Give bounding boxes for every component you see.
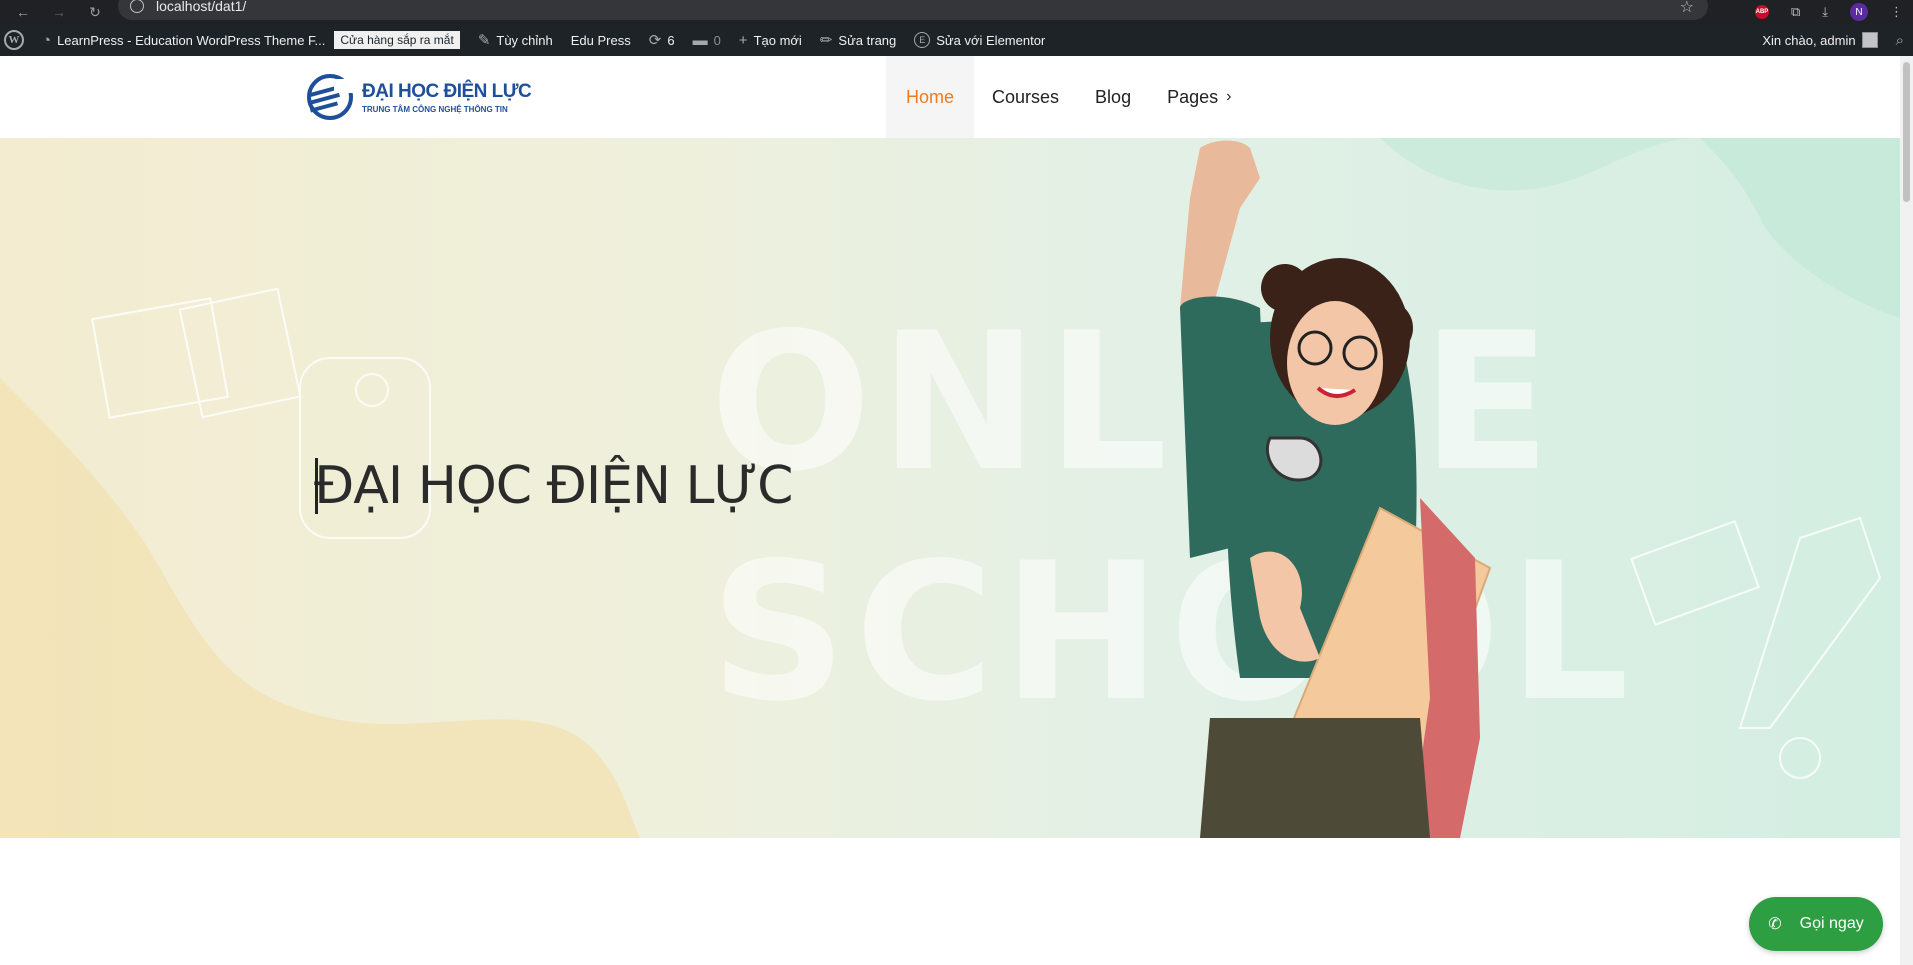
- comments-count: 0: [713, 32, 721, 48]
- phone-icon: ✆: [1768, 916, 1782, 933]
- updates-icon: ⟳: [648, 32, 662, 49]
- hero-title[interactable]: ĐẠI HỌC ĐIỆN LỰC: [314, 456, 793, 516]
- back-icon[interactable]: ←: [12, 4, 34, 20]
- hero-banner: ONLINE SCHOOL ĐẠI HỌC ĐIỆN LỰC: [0, 138, 1900, 838]
- elementor-label: Sửa với Elementor: [936, 32, 1046, 48]
- bookmark-star-icon[interactable]: ☆: [1680, 0, 1694, 17]
- dashboard-icon: ◔: [42, 31, 52, 49]
- nav-label: Home: [906, 86, 955, 107]
- customize-label: Tùy chỉnh: [496, 32, 553, 48]
- wp-admin-bar: W ◔ LearnPress - Education WordPress The…: [0, 24, 1913, 56]
- edit-page-menu[interactable]: ✏ Sửa trang: [811, 24, 905, 56]
- browser-actions: ABP ⧉ ⤓ N ⋮: [1754, 0, 1903, 24]
- text-cursor: [315, 458, 318, 514]
- pencil-icon: ✏: [819, 32, 833, 49]
- browser-nav: ← → ↻: [0, 4, 106, 21]
- admin-bar-secondary: Xin chào, admin ⌕: [1753, 24, 1913, 56]
- browser-menu-icon[interactable]: ⋮: [1890, 4, 1903, 20]
- address-bar[interactable]: localhost/dat1/ ☆: [118, 0, 1708, 20]
- call-now-label: Gọi ngay: [1799, 915, 1864, 932]
- extensions-puzzle-icon[interactable]: ⧉: [1791, 4, 1800, 20]
- admin-search[interactable]: ⌕: [1887, 24, 1913, 56]
- theme-menu[interactable]: Edu Press: [562, 24, 640, 56]
- nav-item-pages[interactable]: Pages ›: [1149, 56, 1249, 138]
- main-nav: Home Courses Blog Pages ›: [886, 56, 1249, 138]
- search-icon: ⌕: [1895, 31, 1904, 49]
- theme-label: Edu Press: [570, 32, 631, 48]
- comments-menu[interactable]: ▬ 0: [684, 24, 730, 56]
- new-content-label: Tạo mới: [753, 32, 802, 48]
- site-info-icon[interactable]: [130, 0, 144, 13]
- my-account-menu[interactable]: Xin chào, admin: [1753, 24, 1886, 56]
- plus-icon: +: [738, 31, 748, 49]
- updates-menu[interactable]: ⟳ 6: [640, 24, 684, 56]
- wp-logo-menu[interactable]: W: [0, 24, 33, 56]
- profile-avatar[interactable]: N: [1850, 3, 1868, 21]
- edit-page-label: Sửa trang: [838, 32, 897, 48]
- scrollbar-thumb[interactable]: [1903, 62, 1910, 202]
- nav-label: Courses: [992, 86, 1060, 107]
- greeting-label: Xin chào, admin: [1762, 32, 1856, 48]
- coming-soon-badge: Cửa hàng sắp ra mắt: [334, 31, 460, 49]
- download-icon[interactable]: ⤓: [1822, 4, 1828, 20]
- nav-item-blog[interactable]: Blog: [1077, 56, 1149, 138]
- site-name-label: LearnPress - Education WordPress Theme F…: [57, 32, 326, 48]
- nav-label: Blog: [1095, 86, 1132, 107]
- comment-icon: ▬: [692, 31, 708, 49]
- nav-item-courses[interactable]: Courses: [974, 56, 1077, 138]
- brush-icon: ✎: [477, 32, 491, 49]
- student-photo: [1180, 140, 1492, 838]
- nav-item-home[interactable]: Home: [886, 56, 975, 138]
- customize-menu[interactable]: ✎ Tùy chỉnh: [469, 24, 562, 56]
- nav-label: Pages: [1167, 86, 1219, 107]
- forward-icon[interactable]: →: [48, 4, 70, 20]
- updates-count: 6: [667, 32, 675, 48]
- logo-mark-icon: [307, 74, 354, 120]
- adblock-extension-icon[interactable]: ABP: [1754, 5, 1769, 19]
- page-scrollbar[interactable]: [1900, 56, 1913, 965]
- wordpress-logo-icon: W: [4, 30, 24, 50]
- coming-soon-item[interactable]: Cửa hàng sắp ra mắt: [334, 24, 468, 56]
- logo-text: ĐẠI HỌC ĐIỆN LỰC TRUNG TÂM CÔNG NGHỆ THÔ…: [362, 80, 532, 114]
- admin-avatar: [1861, 32, 1878, 48]
- online-school-watermark: ONLINE SCHOOL: [710, 292, 1629, 743]
- chevron-right-icon: ›: [1226, 88, 1232, 105]
- site-header: ĐẠI HỌC ĐIỆN LỰC TRUNG TÂM CÔNG NGHỆ THÔ…: [0, 56, 1900, 138]
- reload-icon[interactable]: ↻: [84, 4, 106, 21]
- url-text[interactable]: localhost/dat1/: [156, 0, 246, 14]
- site-logo[interactable]: ĐẠI HỌC ĐIỆN LỰC TRUNG TÂM CÔNG NGHỆ THÔ…: [306, 73, 532, 121]
- logo-subtitle: TRUNG TÂM CÔNG NGHỆ THÔNG TIN: [362, 104, 508, 114]
- new-content-menu[interactable]: + Tạo mới: [730, 24, 811, 56]
- call-now-button[interactable]: ✆ Gọi ngay: [1749, 897, 1883, 951]
- logo-title: ĐẠI HỌC ĐIỆN LỰC: [362, 80, 532, 102]
- browser-toolbar: ← → ↻ localhost/dat1/ ☆ ABP ⧉ ⤓ N ⋮: [0, 0, 1913, 24]
- site-name-menu[interactable]: ◔ LearnPress - Education WordPress Theme…: [33, 24, 334, 56]
- elementor-menu[interactable]: E Sửa với Elementor: [905, 24, 1054, 56]
- elementor-icon: E: [914, 32, 931, 48]
